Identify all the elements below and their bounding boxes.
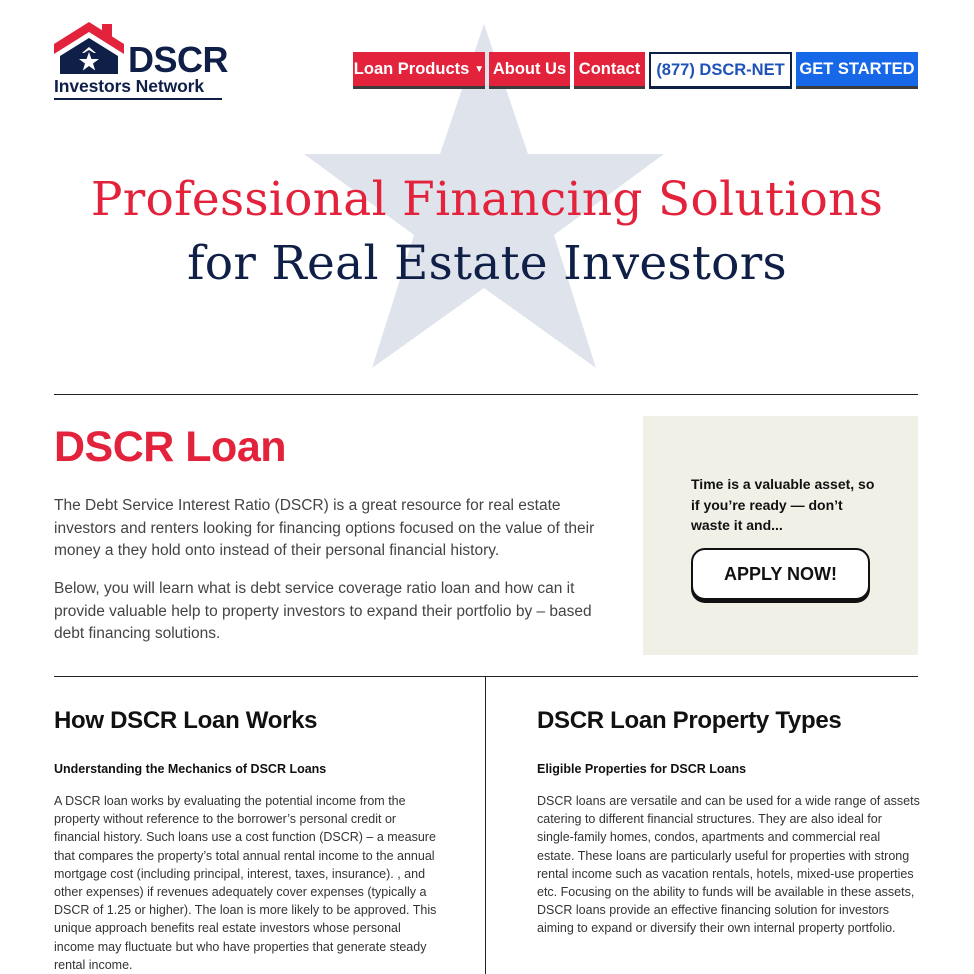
apply-cta-box: Time is a valuable asset, so if you’re r… <box>643 416 918 655</box>
nav-about-us[interactable]: About Us <box>489 52 570 89</box>
property-types-subheading: Eligible Properties for DSCR Loans <box>537 762 747 776</box>
apply-now-button[interactable]: APPLY NOW! <box>691 548 870 600</box>
nav-loan-products[interactable]: Loan Products ▼ <box>353 52 485 89</box>
site-logo[interactable]: DSCR Investors Network <box>54 22 229 102</box>
logo-underline <box>54 98 222 100</box>
nav-phone-label: (877) DSCR-NET <box>656 60 785 79</box>
cta-text: Time is a valuable asset, so if you’re r… <box>691 476 875 533</box>
column-divider <box>485 677 486 974</box>
how-dscr-works-body: A DSCR loan works by evaluating the pote… <box>54 794 437 972</box>
get-started-label: GET STARTED <box>799 59 915 78</box>
nav-loan-products-label: Loan Products <box>353 59 470 78</box>
chevron-down-icon: ▼ <box>474 63 485 75</box>
dscr-loan-heading: DSCR Loan <box>54 423 287 471</box>
nav-phone-button[interactable]: (877) DSCR-NET <box>649 52 792 89</box>
how-dscr-works-heading: How DSCR Loan Works <box>54 707 318 734</box>
nav-contact[interactable]: Contact <box>574 52 645 89</box>
apply-now-label: APPLY NOW! <box>723 563 838 584</box>
section-divider <box>54 394 918 395</box>
property-types-body: DSCR loans are versatile and can be used… <box>537 794 920 936</box>
how-dscr-works-subheading: Understanding the Mechanics of DSCR Loan… <box>54 762 327 776</box>
intro-paragraph-2: Below, you will learn what is debt servi… <box>54 580 592 642</box>
logo-wordmark: DSCR <box>128 39 229 80</box>
nav-about-us-label: About Us <box>492 59 567 78</box>
intro-paragraph-1: The Debt Service Interest Ratio (DSCR) i… <box>54 497 595 559</box>
hero-title-line-1: Professional Financing Solutions <box>90 172 884 227</box>
hero-title-line-2: for Real Estate Investors <box>187 236 787 291</box>
nav-contact-label: Contact <box>578 59 641 78</box>
section-divider <box>54 676 918 677</box>
property-types-heading: DSCR Loan Property Types <box>537 707 842 734</box>
house-star-logo-icon <box>54 22 124 74</box>
logo-tagline: Investors Network <box>54 76 205 96</box>
get-started-button[interactable]: GET STARTED <box>796 52 918 89</box>
